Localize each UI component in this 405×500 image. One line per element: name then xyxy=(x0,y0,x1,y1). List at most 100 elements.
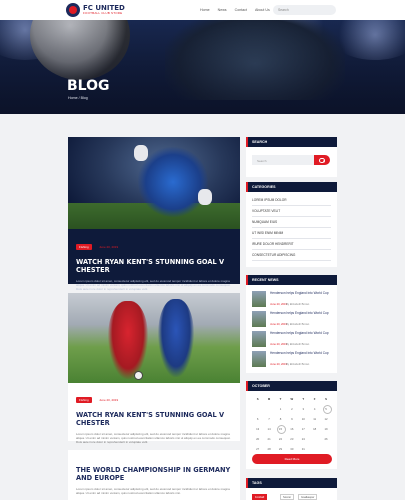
calendar-day[interactable]: 17 xyxy=(298,427,309,431)
weekday-label: F xyxy=(313,397,316,401)
blog-post-card[interactable]: Fishing June 20, 2019 WATCH RYAN KENT'S … xyxy=(68,293,240,444)
widget-title: RECENT NEWS xyxy=(246,275,337,285)
calendar-week: 20 21 22 23 24 25 26 xyxy=(252,435,332,442)
calendar-day[interactable]: 23 xyxy=(286,437,297,441)
calendar-day[interactable]: 31 xyxy=(298,447,309,451)
tag-chip[interactable]: Goalkeeper xyxy=(298,494,318,500)
nav-contact[interactable]: Contact xyxy=(235,8,247,12)
nav-news[interactable]: News xyxy=(218,8,227,12)
calendar-day[interactable]: 6 xyxy=(252,417,263,421)
calendar-day[interactable]: 29 xyxy=(275,447,286,451)
post-title[interactable]: THE WORLD CHAMPIONSHIP IN GERMANY AND EU… xyxy=(76,466,232,482)
category-link[interactable]: CONSECTETUR ADIPISCING xyxy=(252,253,331,261)
category-link[interactable]: VOLUPTATE VELIT xyxy=(252,209,331,217)
calendar-day[interactable]: 27 xyxy=(252,447,263,451)
brand-logo[interactable]: FC UNITED FOOTBALL CLUB STORE xyxy=(66,3,125,17)
blog-post-card[interactable]: Fishing June 20, 2019 WATCH RYAN KENT'S … xyxy=(68,137,240,291)
brand-tagline: FOOTBALL CLUB STORE xyxy=(83,11,123,15)
news-author: By Elizabeth Brown xyxy=(286,323,310,326)
read-more-button[interactable]: Read More xyxy=(252,454,332,464)
calendar-day[interactable]: 20 xyxy=(252,437,263,441)
weekday-label: S xyxy=(256,397,259,401)
nav-about[interactable]: About Us xyxy=(255,8,270,12)
post-image[interactable] xyxy=(68,137,240,229)
search-button[interactable] xyxy=(314,155,330,165)
calendar-day[interactable]: 3 xyxy=(298,407,309,411)
calendar-day[interactable]: 24 xyxy=(298,437,309,441)
calendar-day[interactable]: 4 xyxy=(309,407,320,411)
calendar-day[interactable]: 13 xyxy=(252,427,263,431)
news-title[interactable]: Henderson helps England into World Cup xyxy=(270,351,332,355)
calendar-day[interactable]: 16 xyxy=(286,427,297,431)
blog-post-card[interactable]: THE WORLD CHAMPIONSHIP IN GERMANY AND EU… xyxy=(68,450,240,500)
sidebar-search-input[interactable]: Search xyxy=(252,155,314,165)
calendar-day[interactable] xyxy=(320,447,331,451)
tag-chip[interactable]: Soccer xyxy=(280,494,295,500)
news-thumbnail[interactable] xyxy=(252,331,266,347)
calendar-day[interactable]: 14 xyxy=(263,427,274,431)
post-title[interactable]: WATCH RYAN KENT'S STUNNING GOAL V CHESTE… xyxy=(76,258,232,274)
news-item[interactable]: Henderson helps England into World Cup J… xyxy=(252,311,332,328)
calendar-day[interactable]: 11 xyxy=(309,417,320,421)
calendar-day[interactable]: 1 xyxy=(275,407,286,411)
top-navbar: FC UNITED FOOTBALL CLUB STORE Home News … xyxy=(0,0,405,20)
calendar-week: 1 2 3 4 5 xyxy=(252,405,332,414)
calendar-day[interactable]: 2 xyxy=(286,407,297,411)
club-crest-icon xyxy=(66,3,80,17)
category-link[interactable]: LOREM IPSUM DOLOR xyxy=(252,198,331,206)
news-thumbnail[interactable] xyxy=(252,311,266,327)
calendar-day[interactable]: 28 xyxy=(263,447,274,451)
post-image[interactable] xyxy=(68,293,240,383)
tag-chip[interactable]: Football xyxy=(252,494,268,500)
page-title: BLOG xyxy=(67,78,110,94)
news-author: By Elizabeth Brown xyxy=(286,343,310,346)
calendar-day[interactable]: 26 xyxy=(320,437,331,441)
calendar-day[interactable]: 12 xyxy=(320,417,331,421)
post-date: June 20, 2019 xyxy=(99,245,119,249)
category-link[interactable]: UT WISI ENIM MINIM xyxy=(252,231,331,239)
calendar-day-selected[interactable]: 25 xyxy=(309,435,320,442)
calendar-day[interactable] xyxy=(309,447,320,451)
calendar-day[interactable]: 5 xyxy=(320,405,332,414)
news-title[interactable]: Henderson helps England into World Cup xyxy=(270,331,332,335)
main-nav: Home News Contact About Us xyxy=(200,8,278,12)
calendar-day[interactable]: 7 xyxy=(263,417,274,421)
calendar-day[interactable] xyxy=(252,407,263,411)
news-thumbnail[interactable] xyxy=(252,351,266,367)
calendar-day[interactable]: 18 xyxy=(309,427,320,431)
weekday-label: T xyxy=(302,397,305,401)
calendar-day[interactable]: 9 xyxy=(286,417,297,421)
calendar-day[interactable]: 21 xyxy=(263,437,274,441)
news-date: June 20, 2019 xyxy=(270,363,288,366)
calendar-day[interactable]: 22 xyxy=(275,437,286,441)
calendar-day[interactable] xyxy=(263,407,274,411)
post-title[interactable]: WATCH RYAN KENT'S STUNNING GOAL V CHESTE… xyxy=(76,411,232,427)
post-excerpt: Lorem ipsum dolor sit amet, consectetur … xyxy=(76,432,231,445)
nav-home[interactable]: Home xyxy=(200,8,210,12)
category-link[interactable]: IRURE DOLOR HENDRERIT xyxy=(252,242,331,250)
calendar-day[interactable]: 8 xyxy=(275,417,286,421)
post-excerpt: Lorem ipsum dolor sit amet, consectetur … xyxy=(76,279,231,292)
calendar-day[interactable]: 19 xyxy=(320,427,331,431)
news-item[interactable]: Henderson helps England into World Cup J… xyxy=(252,351,332,368)
widget-title: OCTOBER xyxy=(246,381,337,391)
news-title[interactable]: Henderson helps England into World Cup xyxy=(270,311,332,315)
news-item[interactable]: Henderson helps England into World Cup J… xyxy=(252,331,332,348)
header-search-input[interactable]: Search xyxy=(273,5,336,15)
news-item[interactable]: Henderson helps England into World Cup J… xyxy=(252,291,332,308)
category-badge[interactable]: Fishing xyxy=(76,244,92,250)
calendar-day[interactable]: 10 xyxy=(298,417,309,421)
breadcrumb[interactable]: Home / Blog xyxy=(68,96,88,100)
calendar-day[interactable]: 15 xyxy=(275,425,287,434)
calendar-week: 13 14 15 16 17 18 19 xyxy=(252,425,332,434)
calendar-day[interactable]: 30 xyxy=(286,447,297,451)
weekday-label: W xyxy=(290,397,294,401)
news-title[interactable]: Henderson helps England into World Cup xyxy=(270,291,332,295)
category-link[interactable]: NUMQUAM EIUS xyxy=(252,220,331,228)
search-widget: SEARCH Search xyxy=(246,137,337,177)
category-badge[interactable]: Fishing xyxy=(76,397,92,403)
news-thumbnail[interactable] xyxy=(252,291,266,307)
weekday-label: M xyxy=(267,397,271,401)
calendar-weekdays: S M T W T F S xyxy=(252,397,332,401)
post-excerpt: Lorem ipsum dolor sit amet, consectetur … xyxy=(76,487,230,496)
